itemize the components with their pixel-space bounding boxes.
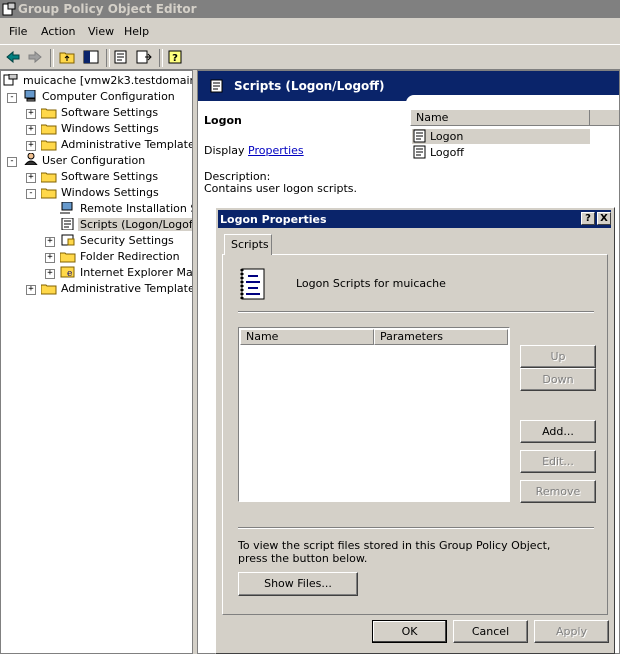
folder-icon [60,252,76,263]
help-button[interactable]: ? [581,212,595,225]
ie-maintenance-icon: e [60,266,75,278]
folder-open-icon [41,188,57,199]
folder-icon [41,108,57,119]
show-files-button[interactable]: Show Files... [238,572,358,596]
menu-view[interactable]: View [88,25,114,38]
toolbar: ? [0,44,620,70]
scripts-icon [210,79,223,93]
tab-scripts[interactable]: Scripts [224,234,272,255]
gpo-editor-icon [2,2,16,16]
properties-link[interactable]: Properties [248,144,304,157]
security-icon [61,234,75,246]
properties-icon[interactable] [112,48,130,66]
remove-button[interactable]: Remove [520,480,596,503]
menu-action[interactable]: Action [41,25,75,38]
menu-help[interactable]: Help [124,25,149,38]
cancel-button[interactable]: Cancel [453,620,528,643]
forward-arrow-icon[interactable] [26,48,44,66]
help-icon[interactable]: ? [166,48,184,66]
gpo-icon [3,74,18,86]
computer-icon [24,90,36,102]
folder-icon [41,172,57,183]
expand-icon[interactable]: + [26,173,36,183]
console-tree[interactable]: muicache [vmw2k3.testdomain.lan] - Compu… [0,70,193,654]
folder-icon [41,284,57,295]
folder-icon [41,124,57,135]
header-tab-curve [406,95,619,103]
folder-icon [41,140,57,151]
show-files-info: To view the script files stored in this … [238,539,551,565]
selected-item-title: Logon [204,114,242,127]
up-folder-icon[interactable] [58,48,76,66]
menu-bar: File Action View Help [0,22,620,42]
svg-text:e: e [67,269,72,278]
show-hide-tree-icon[interactable] [82,48,100,66]
remote-install-icon [60,202,73,214]
logoff-script-icon [413,145,426,159]
dialog-title-bar[interactable]: Logon Properties ? X [218,210,611,228]
divider [238,311,594,313]
details-header: Scripts (Logon/Logoff) [198,71,619,103]
export-list-icon[interactable] [135,48,153,66]
menu-file[interactable]: File [9,25,27,38]
svg-text:?: ? [172,53,178,64]
expand-icon[interactable]: + [45,269,55,279]
window-title-bar[interactable]: Group Policy Object Editor [0,0,620,18]
add-button[interactable]: Add... [520,420,596,443]
collapse-icon[interactable]: - [7,157,17,167]
scripts-list[interactable]: Name Parameters [238,327,510,502]
scripts-document-icon [240,268,265,300]
divider [238,527,594,529]
user-icon [24,153,38,165]
scripts-heading: Logon Scripts for muicache [296,277,446,290]
collapse-icon[interactable]: - [26,189,36,199]
logon-properties-dialog: Logon Properties ? X Scripts Logon Scrip… [215,207,615,654]
window-title: Group Policy Object Editor [18,2,197,16]
apply-button[interactable]: Apply [534,620,609,643]
close-button[interactable]: X [597,212,611,225]
edit-button[interactable]: Edit... [520,450,596,473]
column-header-parameters[interactable]: Parameters [374,329,508,345]
list-item[interactable]: Logon [412,129,590,144]
display-properties-line: Display Properties [204,144,304,157]
expand-icon[interactable]: + [26,125,36,135]
expand-icon[interactable]: + [45,253,55,263]
toolbar-separator [159,49,163,67]
expand-icon[interactable]: + [45,237,55,247]
list-item[interactable]: Logoff [412,145,590,160]
ok-button[interactable]: OK [372,620,447,643]
toolbar-separator [106,49,110,67]
up-button[interactable]: Up [520,345,596,368]
column-header-name[interactable]: Name [240,329,374,345]
description-text: Contains user logon scripts. [204,182,358,195]
expand-icon[interactable]: + [26,109,36,119]
down-button[interactable]: Down [520,368,596,391]
dialog-title: Logon Properties [220,213,327,226]
list-column-header[interactable]: Name [410,109,619,126]
logon-script-icon [413,129,426,143]
expand-icon[interactable]: + [26,141,36,151]
collapse-icon[interactable]: - [7,93,17,103]
expand-icon[interactable]: + [26,285,36,295]
toolbar-separator [50,49,54,67]
details-header-title: Scripts (Logon/Logoff) [234,79,385,93]
scripts-icon [61,218,74,230]
back-arrow-icon[interactable] [4,48,22,66]
